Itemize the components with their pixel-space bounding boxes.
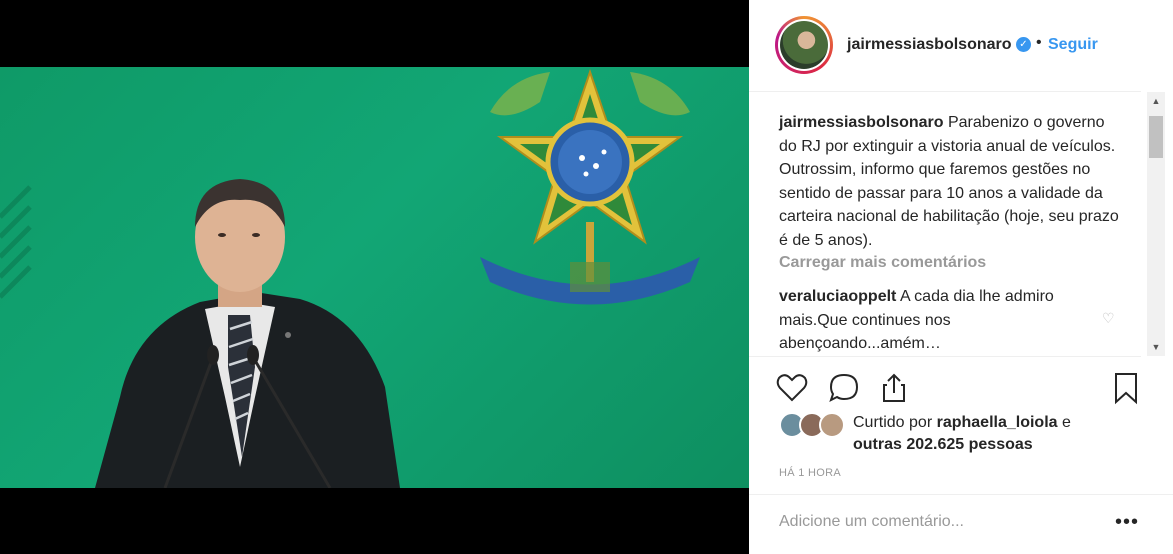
follow-button[interactable]: Seguir xyxy=(1048,36,1098,54)
heart-icon[interactable] xyxy=(775,371,809,405)
comment-username[interactable]: veraluciaoppelt xyxy=(779,288,896,305)
verified-badge-icon: ✓ xyxy=(1016,37,1031,52)
caption-username[interactable]: jairmessiasbolsonaro xyxy=(779,114,944,131)
likes-text: Curtido por raphaella_loiola e outras 20… xyxy=(853,412,1071,456)
speech-bubble-icon[interactable] xyxy=(827,371,861,405)
bookmark-icon[interactable] xyxy=(1109,371,1143,405)
post-timestamp[interactable]: HÁ 1 HORA xyxy=(779,467,841,479)
comment-item: veraluciaoppelt A cada dia lhe admiro ma… xyxy=(779,285,1079,355)
load-more-comments-button[interactable]: Carregar mais comentários xyxy=(779,254,986,272)
add-comment-bar: ••• xyxy=(749,494,1173,554)
header-separator: • xyxy=(1036,34,1042,51)
action-bar xyxy=(749,356,1141,416)
post-caption: jairmessiasbolsonaro Parabenizo o govern… xyxy=(779,111,1119,252)
ellipsis-icon[interactable]: ••• xyxy=(1115,511,1139,534)
story-avatar-ring[interactable] xyxy=(775,16,833,74)
avatar xyxy=(780,21,828,69)
post-photo[interactable] xyxy=(0,67,749,488)
post-sidebar: jairmessiasbolsonaro ✓ • Seguir jairmess… xyxy=(749,0,1173,554)
comment-input[interactable] xyxy=(779,513,1099,531)
scroll-up-arrow-icon[interactable]: ▲ xyxy=(1147,92,1165,110)
caption-text: Parabenizo o governo do RJ por extinguir… xyxy=(779,114,1119,249)
liker-avatar[interactable] xyxy=(819,412,845,438)
post-media-pane xyxy=(0,0,749,554)
likes-summary: Curtido por raphaella_loiola e outras 20… xyxy=(779,408,1139,454)
scroll-down-arrow-icon[interactable]: ▼ xyxy=(1147,338,1165,356)
likes-count-link[interactable]: outras 202.625 pessoas xyxy=(853,436,1033,453)
post-username[interactable]: jairmessiasbolsonaro xyxy=(847,36,1012,54)
post-header: jairmessiasbolsonaro ✓ • Seguir xyxy=(749,0,1141,92)
comments-scrollbar[interactable]: ▲ ▼ xyxy=(1147,92,1165,356)
small-heart-icon[interactable]: ♡ xyxy=(1102,310,1115,327)
liker-username[interactable]: raphaella_loiola xyxy=(937,414,1058,431)
scrollbar-thumb[interactable] xyxy=(1149,116,1163,158)
likes-connector: e xyxy=(1062,414,1071,431)
liker-avatars xyxy=(779,412,849,438)
share-icon[interactable] xyxy=(877,371,911,405)
avatar-frame xyxy=(778,19,830,71)
likes-prefix: Curtido por xyxy=(853,414,933,431)
comments-panel[interactable]: jairmessiasbolsonaro Parabenizo o govern… xyxy=(749,93,1141,355)
photo-illustration xyxy=(0,68,700,488)
